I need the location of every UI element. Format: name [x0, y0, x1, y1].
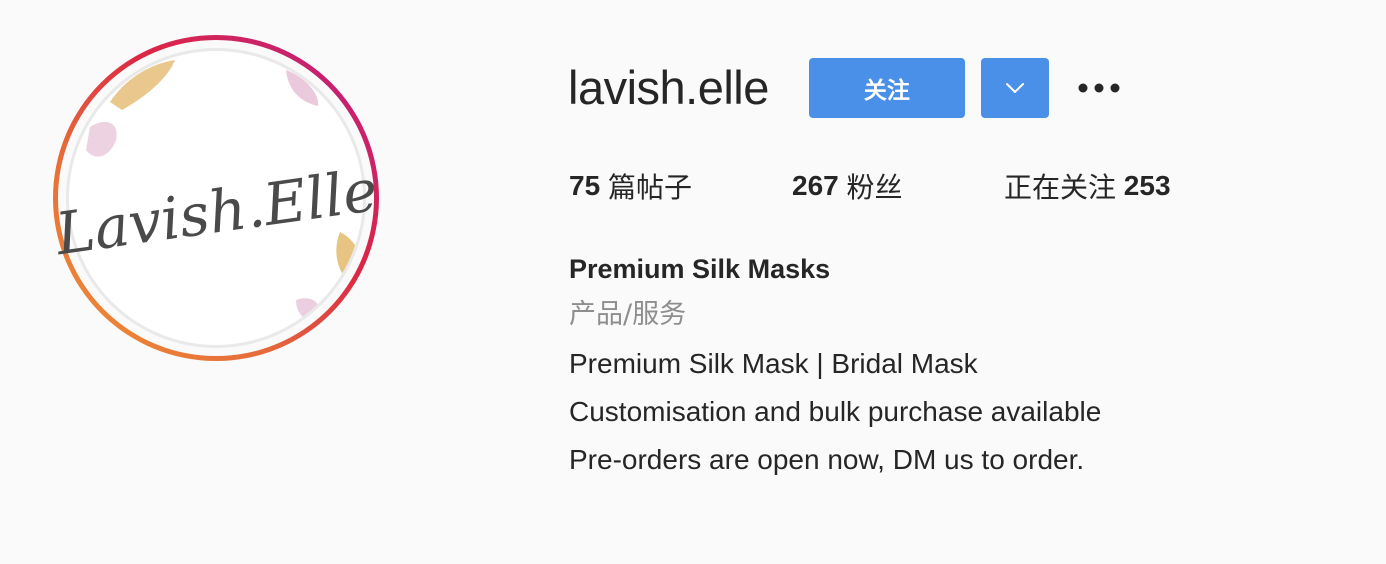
posts-count-label: 篇帖子 — [607, 171, 692, 204]
profile-full-name: Premium Silk Masks — [569, 254, 831, 284]
follow-button[interactable]: 关注 — [808, 58, 965, 118]
more-horizontal-icon — [1078, 83, 1120, 93]
profile-header: lavish.elle 关注 — [568, 58, 1121, 118]
profile-category: 产品/服务 — [569, 299, 687, 330]
posts-count: 75 篇帖子 — [569, 166, 792, 206]
username: lavish.elle — [568, 61, 769, 114]
followers-count-value: 267 — [792, 170, 839, 201]
avatar-image: Lavish.Elle — [51, 35, 382, 361]
followers-link[interactable]: 267 粉丝 — [792, 166, 1004, 206]
bio-line: Customisation and bulk purchase availabl… — [569, 396, 1102, 427]
suggested-accounts-dropdown-button[interactable] — [980, 58, 1049, 118]
more-options-button[interactable] — [1077, 58, 1121, 118]
followers-count-label: 粉丝 — [846, 171, 903, 204]
bio-line: Pre-orders are open now, DM us to order. — [569, 444, 1085, 475]
bio-line: Premium Silk Mask | Bridal Mask — [569, 348, 978, 379]
posts-count-value: 75 — [569, 170, 601, 201]
following-count-label: 正在关注 — [1004, 171, 1117, 204]
following-link[interactable]: 正在关注 253 — [1004, 166, 1171, 206]
profile-bio: Premium Silk Masks 产品/服务 Premium Silk Ma… — [569, 248, 1349, 484]
profile-stats: 75 篇帖子 267 粉丝 正在关注 253 — [569, 166, 1171, 206]
chevron-down-icon — [1005, 83, 1024, 93]
following-count-value: 253 — [1123, 170, 1171, 201]
profile-avatar[interactable]: Lavish.Elle — [50, 32, 382, 364]
